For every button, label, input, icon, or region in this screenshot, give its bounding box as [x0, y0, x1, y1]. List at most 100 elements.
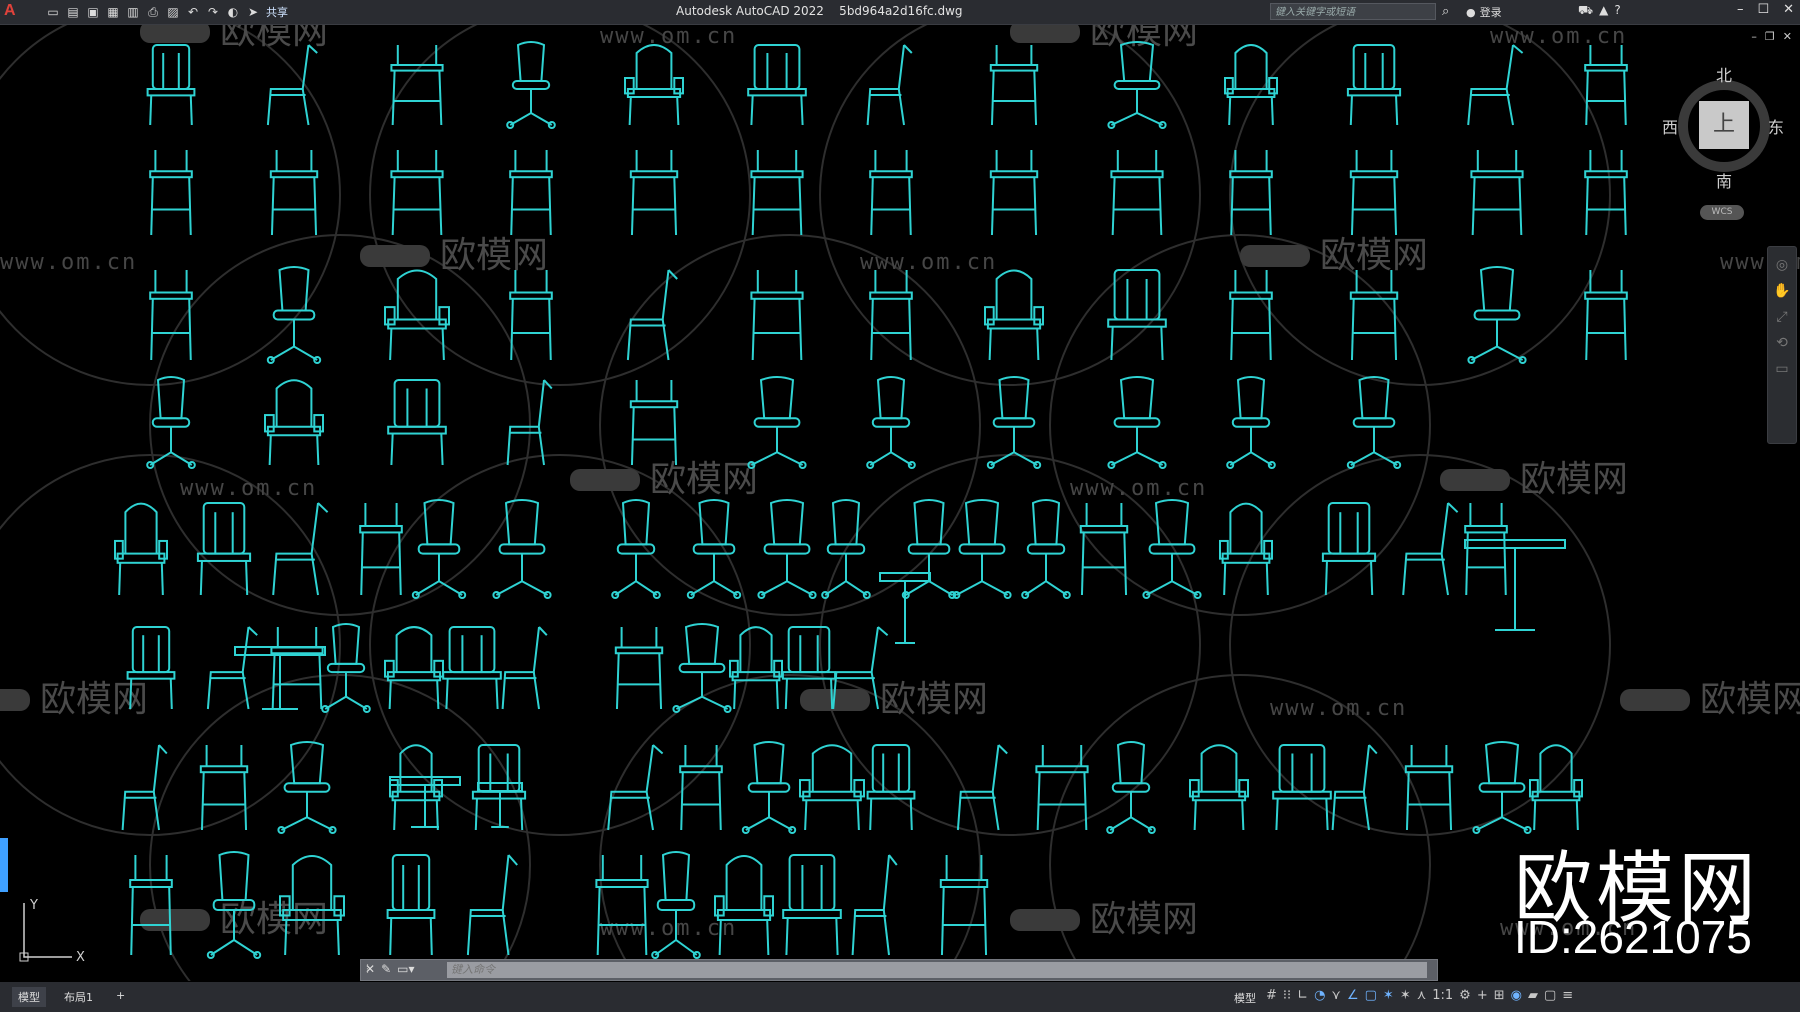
annotation-scale-value[interactable]: 1:1	[1432, 988, 1453, 1003]
chair-drawing	[1035, 745, 1089, 831]
showmotion-icon[interactable]: ▭	[1768, 361, 1796, 377]
chair-drawing	[1224, 44, 1279, 126]
chair-drawing	[384, 269, 451, 361]
model-space-button[interactable]: 模型	[1234, 990, 1256, 1006]
chair-drawing	[629, 380, 679, 466]
command-grip-icon[interactable]: ⋮	[362, 962, 373, 975]
hardware-acceleration-icon[interactable]: ▰	[1528, 988, 1538, 1003]
chair-drawing	[1467, 266, 1527, 364]
ucs-y-label: Y	[29, 898, 38, 913]
open-folder-icon[interactable]: ▤	[64, 3, 82, 21]
watermark-brand: 欧模网	[1320, 235, 1428, 276]
command-line: ✕ ✎ ▭▾	[360, 959, 1438, 981]
chair-drawing	[741, 741, 797, 834]
chair-drawing	[866, 376, 916, 469]
chair-drawing	[729, 626, 784, 710]
isodraft-icon[interactable]: ⋎	[1331, 988, 1341, 1003]
save-icon[interactable]: ▣	[84, 3, 102, 21]
polar-icon[interactable]: ◔	[1314, 988, 1325, 1003]
watermark-url: www.om.cn	[1070, 476, 1207, 501]
command-input[interactable]	[447, 962, 1427, 978]
navigation-bar[interactable]: ◎ ✋ ⤢ ⟲ ▭	[1767, 246, 1797, 444]
isolate-objects-icon[interactable]: ◉	[1511, 988, 1522, 1003]
chair-drawing	[266, 44, 318, 126]
customization-menu-icon[interactable]: ≡	[1562, 988, 1573, 1003]
ucs-x-label: X	[76, 950, 85, 965]
chair-drawing	[1106, 741, 1156, 834]
big-id-watermark: ID:2621075	[1514, 911, 1752, 963]
viewcube[interactable]: 上 北 南 东 西	[1662, 66, 1784, 191]
compass-north[interactable]: 北	[1716, 62, 1732, 86]
plot-icon[interactable]: ⎙	[144, 3, 162, 21]
viewcube-top-face[interactable]: 上	[1699, 101, 1749, 149]
compass-west[interactable]: 西	[1662, 114, 1678, 138]
user-icon: ●	[1466, 5, 1476, 19]
login-button[interactable]: ● 登录	[1466, 4, 1502, 20]
tab-add-layout[interactable]: +	[110, 987, 131, 1004]
watermark-circle	[0, 25, 341, 386]
share-button[interactable]: 共享	[266, 4, 288, 20]
customize-icon[interactable]: ✎	[381, 962, 391, 976]
chair-drawing	[782, 854, 842, 956]
wcs-menu[interactable]: WCS	[1700, 205, 1744, 220]
compass-south[interactable]: 南	[1716, 168, 1732, 192]
autodesk-account-icon[interactable]: ▲	[1599, 3, 1608, 19]
chair-drawing	[651, 851, 701, 959]
workspace-gear-icon[interactable]: ⚙	[1459, 988, 1471, 1003]
watermark-circle	[149, 674, 531, 981]
chair-drawing	[386, 854, 436, 956]
zoom-icon[interactable]: ⤢	[1768, 309, 1796, 325]
redo-icon[interactable]: ↷	[204, 3, 222, 21]
minimize-icon[interactable]: –	[1737, 2, 1744, 17]
clean-screen-icon[interactable]: ▢	[1544, 988, 1556, 1003]
watermark-sofa-logo	[1440, 469, 1510, 491]
help-icon[interactable]: ?	[1614, 3, 1620, 19]
chair-drawing	[1346, 44, 1402, 126]
save-as-icon[interactable]: ▦	[104, 3, 122, 21]
chair-drawing	[747, 44, 807, 126]
chair-drawing	[1021, 499, 1071, 599]
search-input[interactable]: 键入关键字或短语	[1270, 3, 1436, 20]
compass-east[interactable]: 东	[1768, 114, 1784, 138]
orbit-icon[interactable]: ⟲	[1768, 335, 1796, 351]
search-icon[interactable]: ⌕	[1442, 4, 1449, 19]
left-panel-handle[interactable]	[0, 838, 8, 892]
tab-model[interactable]: 模型	[12, 987, 46, 1007]
undo-icon[interactable]: ↶	[184, 3, 202, 21]
window-title: Autodesk AutoCAD 2022 5bd964a2d16fc.dwg	[676, 4, 963, 18]
pan-icon[interactable]: ✋	[1768, 283, 1796, 299]
watermark-circle	[819, 454, 1201, 836]
object-snap-tracking-icon[interactable]: ∠	[1347, 988, 1359, 1003]
chair-drawing	[277, 741, 337, 834]
ortho-icon[interactable]: ∟	[1297, 988, 1308, 1003]
chair-drawing	[1107, 376, 1167, 469]
steering-wheel-icon[interactable]: ◎	[1768, 257, 1796, 273]
maximize-icon[interactable]: ☐	[1757, 2, 1769, 17]
grid-icon[interactable]: #	[1266, 988, 1277, 1003]
object-snap-icon[interactable]: ▢	[1365, 988, 1377, 1003]
tab-layout1[interactable]: 布局1	[58, 987, 99, 1007]
annotation-visibility-icon[interactable]: ✶	[1383, 988, 1394, 1003]
annotation-scale-icon[interactable]: ⋏	[1417, 988, 1427, 1003]
publish-icon[interactable]: ▥	[124, 3, 142, 21]
title-right-tools: ⛟ ▲ ?	[1578, 3, 1621, 19]
chair-drawing	[989, 150, 1039, 236]
share-icon[interactable]: ➤	[244, 3, 262, 21]
print-icon[interactable]: ▨	[164, 3, 182, 21]
recent-commands-icon[interactable]: ▭▾	[397, 962, 414, 976]
new-file-icon[interactable]: ▭	[44, 3, 62, 21]
chair-drawing	[509, 150, 553, 236]
close-icon[interactable]: ✕	[1783, 2, 1794, 17]
watermark-brand: 欧模网	[1700, 679, 1800, 720]
autocad-logo-icon[interactable]: A	[4, 2, 24, 22]
workspace-icon[interactable]: ◐	[224, 3, 242, 21]
snap-icon[interactable]: ⁝⁝	[1283, 988, 1291, 1003]
chair-drawing	[384, 626, 444, 710]
chair-drawing	[501, 626, 548, 710]
units-icon[interactable]: ⊞	[1494, 988, 1505, 1003]
chair-drawing	[321, 623, 371, 713]
auto-scale-icon[interactable]: ✶	[1400, 988, 1411, 1003]
chair-drawing	[799, 744, 866, 831]
annotation-monitor-icon[interactable]: +	[1477, 988, 1488, 1003]
cart-icon[interactable]: ⛟	[1578, 3, 1593, 19]
